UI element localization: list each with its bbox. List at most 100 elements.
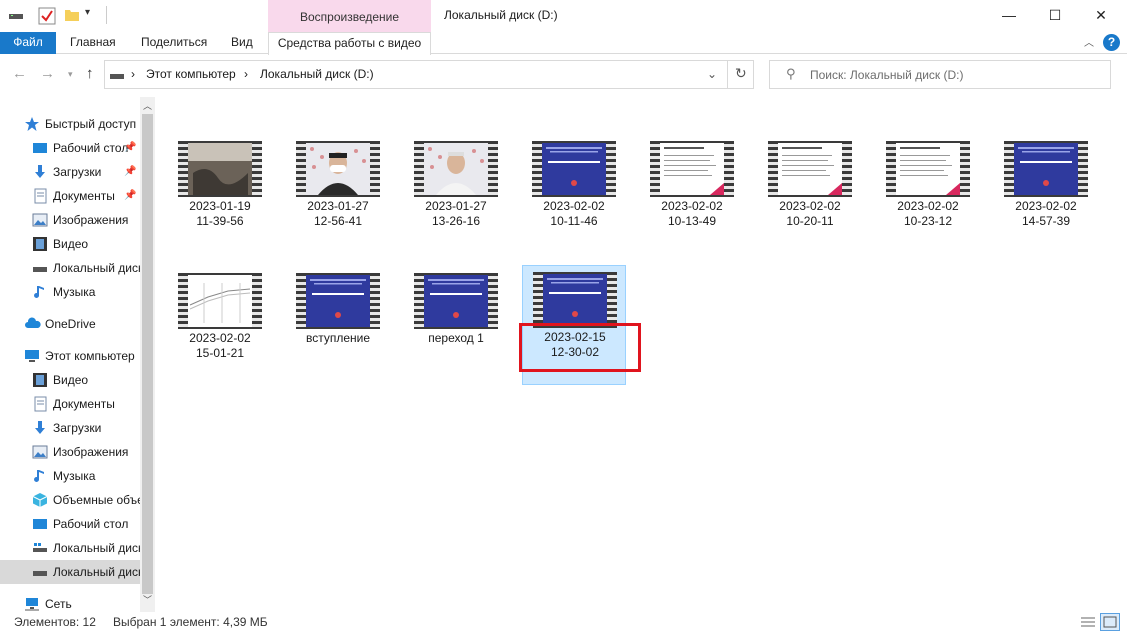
video-file-tile[interactable]: 2023-01-27 12-56-41 — [286, 135, 390, 255]
film-strip-icon — [296, 141, 306, 197]
video-thumbnail — [533, 272, 617, 328]
sidebar-scrollbar[interactable]: ︿ ﹀ — [140, 97, 155, 612]
customize-toolbar-icon[interactable]: ▾ — [85, 7, 101, 23]
thumbnail-frame — [424, 143, 488, 195]
video-file-tile[interactable]: 2023-02-02 10-23-12 — [876, 135, 980, 255]
window-title: Локальный диск (D:) — [444, 8, 558, 22]
film-strip-icon — [178, 141, 188, 197]
thumbnail-frame — [188, 143, 252, 195]
thumbnail-frame — [424, 275, 488, 327]
download-icon — [32, 164, 48, 180]
video-thumbnail — [178, 141, 262, 197]
thumbnail-frame — [306, 275, 370, 327]
cloud-icon — [24, 316, 41, 332]
chevron-right-icon[interactable]: › — [131, 67, 135, 81]
file-name-label: 2023-01-19 11-39-56 — [189, 199, 251, 228]
back-arrow-icon[interactable]: ← — [12, 65, 27, 82]
scroll-up-icon[interactable]: ︿ — [143, 99, 152, 112]
context-tab-header: Воспроизведение — [268, 0, 431, 32]
scroll-thumb[interactable] — [142, 114, 153, 594]
sidebar-item-local-disk-d[interactable]: Локальный диск — [0, 560, 140, 584]
highlight-annotation — [519, 323, 641, 372]
file-name-label: вступление — [305, 331, 371, 345]
sidebar-item-pc-pictures[interactable]: Изображения — [0, 440, 140, 464]
video-thumbnail — [532, 141, 616, 197]
sidebar-item-pc-music[interactable]: Музыка — [0, 464, 140, 488]
file-name-label: 2023-02-02 10-13-49 — [661, 199, 723, 228]
sidebar-item-local-disk-c[interactable]: Локальный диск — [0, 536, 140, 560]
sidebar-item-pc-desktop[interactable]: Рабочий стол — [0, 512, 140, 536]
search-input[interactable]: ⚲ Поиск: Локальный диск (D:) — [769, 60, 1111, 89]
breadcrumb-drive-d[interactable]: Локальный диск (D:) — [260, 67, 374, 81]
video-file-tile[interactable]: 2023-02-02 10-13-49 — [640, 135, 744, 255]
sidebar-item-pc-video[interactable]: Видео — [0, 368, 140, 392]
3d-objects-icon — [32, 492, 48, 508]
sidebar-item-downloads[interactable]: Загрузки 📌 — [0, 160, 140, 184]
computer-icon — [24, 348, 40, 364]
chevron-right-icon[interactable]: › — [244, 67, 248, 81]
sidebar-item-this-pc[interactable]: Этот компьютер — [0, 344, 140, 368]
sidebar-item-video[interactable]: Видео — [0, 232, 140, 256]
film-strip-icon — [1078, 141, 1088, 197]
video-file-tile[interactable]: 2023-01-27 13-26-16 — [404, 135, 508, 255]
scroll-down-icon[interactable]: ﹀ — [143, 593, 152, 606]
sidebar-item-pc-downloads[interactable]: Загрузки — [0, 416, 140, 440]
tab-share[interactable]: Поделиться — [141, 32, 207, 54]
search-placeholder: Поиск: Локальный диск (D:) — [810, 68, 964, 82]
file-name-label: 2023-02-02 10-23-12 — [897, 199, 959, 228]
sidebar-item-local-disk[interactable]: Локальный диск — [0, 256, 140, 280]
music-icon — [32, 284, 48, 300]
ribbon-tabs: Файл Главная Поделиться Вид Средства раб… — [0, 32, 1127, 55]
tab-video-tools[interactable]: Средства работы с видео — [268, 32, 431, 55]
video-file-tile[interactable]: 2023-01-19 11-39-56 — [168, 135, 272, 255]
film-strip-icon — [296, 273, 306, 329]
recent-locations-icon[interactable]: ▾ — [68, 69, 73, 80]
breadcrumb-this-pc[interactable]: Этот компьютер — [146, 67, 236, 81]
tab-home[interactable]: Главная — [70, 32, 116, 54]
details-view-icon[interactable] — [1079, 614, 1097, 630]
tab-file[interactable]: Файл — [0, 32, 56, 54]
thumbnail-frame — [1014, 143, 1078, 195]
video-file-tile[interactable]: 2023-02-02 14-57-39 — [994, 135, 1098, 255]
sidebar-item-pictures[interactable]: Изображения — [0, 208, 140, 232]
film-strip-icon — [488, 141, 498, 197]
sidebar-item-documents[interactable]: Документы 📌 — [0, 184, 140, 208]
maximize-button[interactable]: ☐ — [1032, 0, 1078, 30]
drive-icon — [32, 260, 48, 276]
help-button[interactable]: ? — [1103, 34, 1120, 51]
tab-view[interactable]: Вид — [231, 32, 253, 54]
video-thumbnail — [650, 141, 734, 197]
thumbnail-frame — [188, 275, 252, 327]
close-button[interactable]: ✕ — [1078, 0, 1124, 30]
forward-arrow-icon[interactable]: → — [40, 65, 55, 82]
video-file-tile[interactable]: переход 1 — [404, 267, 508, 387]
film-strip-icon — [724, 141, 734, 197]
chevron-down-icon[interactable]: ⌄ — [707, 67, 717, 81]
thumbnail-frame — [896, 143, 960, 195]
drive-icon — [32, 564, 48, 580]
sidebar-item-3d-objects[interactable]: Объемные объекты — [0, 488, 140, 512]
address-bar[interactable]: › Этот компьютер › Локальный диск (D:) ⌄… — [104, 60, 754, 89]
network-icon — [24, 596, 40, 612]
chevron-up-icon[interactable]: ︿ — [1084, 34, 1094, 49]
video-file-tile[interactable]: вступление — [286, 267, 390, 387]
sidebar-item-network[interactable]: Сеть — [0, 592, 140, 612]
film-strip-icon — [606, 141, 616, 197]
drive-icon[interactable] — [8, 10, 24, 26]
large-icons-view-icon[interactable] — [1100, 613, 1120, 631]
pin-icon: 📌 — [124, 190, 137, 201]
sidebar-item-pc-documents[interactable]: Документы — [0, 392, 140, 416]
sidebar-item-desktop[interactable]: Рабочий стол 📌 — [0, 136, 140, 160]
video-file-tile[interactable]: 2023-02-02 15-01-21 — [168, 267, 272, 387]
minimize-button[interactable]: — — [986, 0, 1032, 30]
new-folder-icon[interactable] — [64, 7, 80, 23]
sidebar-item-music[interactable]: Музыка — [0, 280, 140, 304]
properties-icon[interactable] — [38, 7, 56, 25]
sidebar-item-onedrive[interactable]: OneDrive — [0, 312, 140, 336]
up-arrow-icon[interactable]: ↑ — [86, 65, 94, 82]
video-file-tile[interactable]: 2023-02-02 10-11-46 — [522, 135, 626, 255]
refresh-icon[interactable]: ↻ — [735, 65, 747, 82]
sidebar-item-quick-access[interactable]: Быстрый доступ — [0, 112, 140, 136]
film-strip-icon — [370, 141, 380, 197]
video-file-tile[interactable]: 2023-02-02 10-20-11 — [758, 135, 862, 255]
